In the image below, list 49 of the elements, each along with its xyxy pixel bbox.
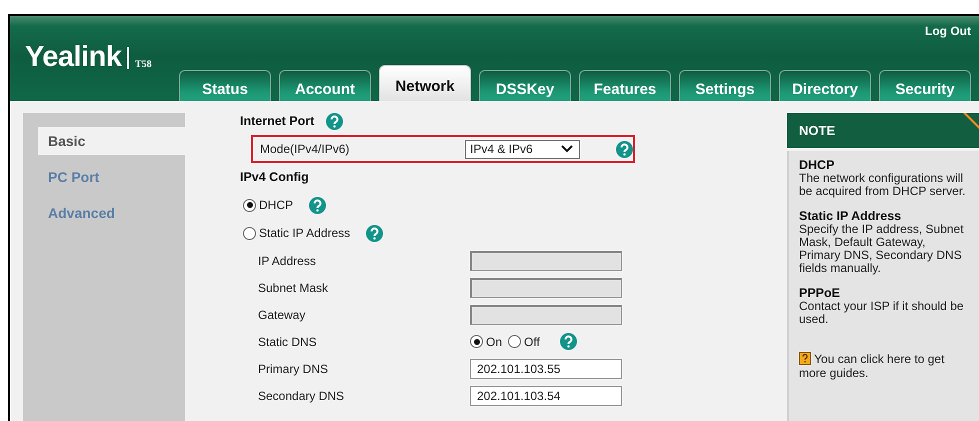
field-label: Secondary DNS <box>258 388 346 402</box>
nav-tab[interactable]: DSSKey <box>479 70 571 101</box>
section-heading: Internet Port <box>240 114 314 128</box>
mode-dropdown[interactable]: IPv4 & IPv6 <box>465 140 580 158</box>
note-heading: Static IP Address <box>799 210 902 223</box>
field-label: Static DNS <box>258 334 318 348</box>
field-label: IP Address <box>258 254 317 268</box>
logo-text: Yealink <box>25 42 122 72</box>
field-label: Mode(IPv4/IPv6) <box>260 142 350 156</box>
radio-label: On <box>486 334 502 348</box>
help-icon[interactable] <box>309 196 326 214</box>
nav-tab[interactable]: Network <box>379 65 471 101</box>
help-icon[interactable] <box>560 333 577 350</box>
radio-label: Off <box>524 334 540 348</box>
chevron-down-icon <box>561 145 573 153</box>
guide-link[interactable]: You can click here to get more guides. <box>799 352 969 380</box>
help-icon[interactable] <box>326 112 344 130</box>
help-icon[interactable] <box>616 140 633 158</box>
corner-fold <box>963 113 979 129</box>
nav-tab[interactable]: Directory <box>779 70 871 101</box>
radio-button[interactable] <box>243 198 256 212</box>
logout-link[interactable]: Log Out <box>925 24 971 38</box>
text-field[interactable]: 202.101.103.54 <box>470 386 622 406</box>
sidebar-item[interactable]: PC Port <box>38 163 193 191</box>
note-title: NOTE <box>799 123 836 138</box>
note-text: Specify the IP address, Subnet Mask, Default Gateway, Primary DNS, Secondary DNS fields manually. <box>799 223 965 275</box>
note-heading: DHCP <box>799 159 836 172</box>
model-label: T58 <box>134 59 152 70</box>
note-heading: PPPoE <box>799 287 841 300</box>
nav-tab[interactable]: Settings <box>679 70 771 101</box>
radio-button[interactable] <box>508 335 522 348</box>
nav-tab[interactable]: Features <box>579 70 671 101</box>
field-label: Primary DNS <box>258 362 330 376</box>
field-label: Subnet Mask <box>258 280 330 294</box>
nav-tab[interactable]: Security <box>879 70 971 101</box>
radio-label: Static IP Address <box>259 226 350 240</box>
radio-label: DHCP <box>259 198 294 212</box>
help-book-icon <box>799 352 811 365</box>
radio-button[interactable] <box>470 335 483 348</box>
text-field[interactable]: 202.101.103.55 <box>470 358 622 378</box>
sidebar-item[interactable]: Advanced <box>38 199 193 227</box>
help-icon[interactable] <box>366 224 384 242</box>
section-heading: IPv4 Config <box>240 170 309 184</box>
note-text: Contact your ISP if it should be used. <box>799 300 965 326</box>
radio-button[interactable] <box>243 226 256 240</box>
field-label: Gateway <box>258 308 306 322</box>
nav-tab[interactable]: Status <box>179 70 271 101</box>
note-text: The network configurations will be acquired from DHCP server. <box>799 172 967 198</box>
nav-tab[interactable]: Account <box>279 70 371 101</box>
